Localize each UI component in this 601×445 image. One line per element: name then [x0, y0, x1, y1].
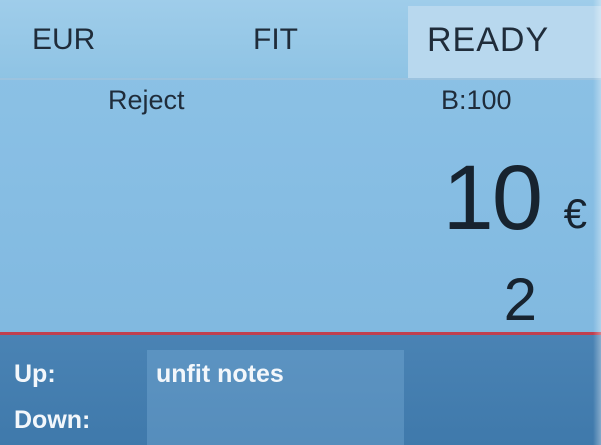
currency-symbol: €: [563, 190, 587, 237]
up-key-value[interactable]: unfit notes: [156, 358, 284, 390]
machine-state: READY: [427, 21, 550, 59]
counter-display-screen: EUR FIT READY Reject B:100 10 € 2 Up: un…: [0, 0, 601, 445]
status-bar: EUR FIT READY: [0, 0, 601, 80]
mode-indicator: FIT: [253, 23, 298, 56]
screen-bezel-glare: [593, 0, 601, 445]
denomination-value: 10: [442, 147, 543, 249]
note-count: 2: [503, 266, 537, 333]
reject-label: Reject: [108, 85, 185, 115]
down-key-label[interactable]: Down:: [14, 404, 90, 436]
currency-indicator: EUR: [32, 23, 96, 56]
up-key-label[interactable]: Up:: [14, 358, 56, 390]
batch-setting: B:100: [441, 85, 512, 115]
